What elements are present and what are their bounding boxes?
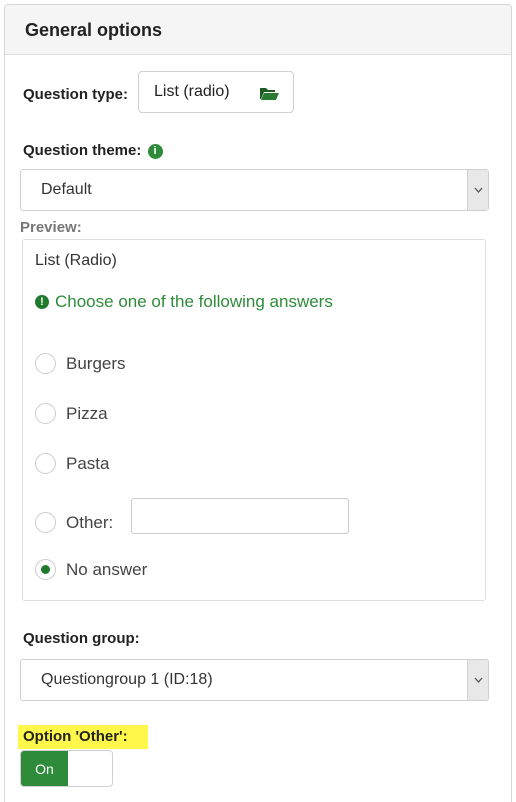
preview-help-text: ! Choose one of the following answers	[35, 292, 333, 312]
exclamation-icon: !	[35, 295, 49, 309]
preview-label: Preview:	[20, 219, 82, 236]
question-group-value: Questiongroup 1 (ID:18)	[41, 671, 213, 688]
preview-question-title: List (Radio)	[35, 252, 117, 269]
toggle-off-side	[68, 751, 112, 786]
info-icon: i	[147, 144, 163, 159]
question-group-select[interactable]: Questiongroup 1 (ID:18)	[20, 659, 489, 701]
panel-title: General options	[5, 5, 511, 55]
option-other-label: Option 'Other':	[23, 728, 128, 745]
radio-button-checked[interactable]	[35, 559, 56, 580]
answer-option-burgers[interactable]: Burgers	[35, 353, 126, 374]
answer-option-no-answer[interactable]: No answer	[35, 559, 147, 580]
folder-open-icon	[259, 86, 279, 100]
question-type-button[interactable]: List (radio)	[138, 71, 294, 113]
answer-option-other[interactable]: Other:	[35, 512, 113, 533]
question-type-value: List (radio)	[154, 83, 230, 100]
option-other-toggle[interactable]: On	[20, 750, 113, 787]
radio-button[interactable]	[35, 512, 56, 533]
chevron-down-icon	[467, 660, 488, 700]
radio-button[interactable]	[35, 453, 56, 474]
radio-button[interactable]	[35, 403, 56, 424]
question-group-label: Question group:	[23, 630, 140, 647]
preview-box: List (Radio) ! Choose one of the followi…	[22, 239, 486, 601]
question-theme-value: Default	[41, 181, 92, 198]
other-text-input[interactable]	[131, 498, 349, 534]
radio-button[interactable]	[35, 353, 56, 374]
question-theme-label: Question theme: i	[23, 142, 163, 159]
toggle-on-label: On	[21, 751, 68, 786]
answer-option-pasta[interactable]: Pasta	[35, 453, 109, 474]
question-type-label: Question type:	[23, 86, 129, 103]
question-theme-select[interactable]: Default	[20, 169, 489, 211]
chevron-down-icon	[467, 170, 488, 210]
answer-option-pizza[interactable]: Pizza	[35, 403, 108, 424]
